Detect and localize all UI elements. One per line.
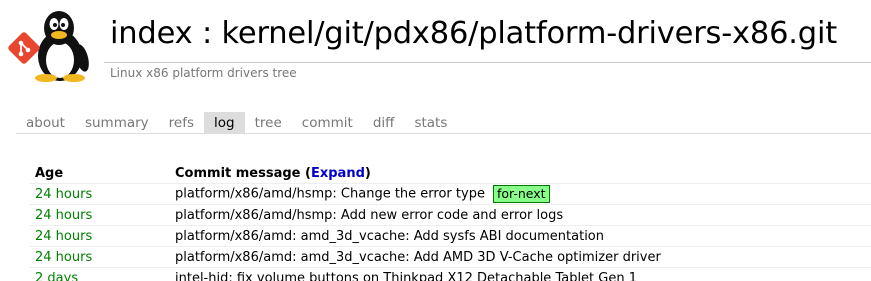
tux-icon xyxy=(8,11,89,82)
tab-diff[interactable]: diff xyxy=(363,112,405,134)
commit-message-cell: platform/x86/amd: amd_3d_vcache: Add AMD… xyxy=(169,247,871,268)
commit-message-link[interactable]: intel-hid: fix volume buttons on Thinkpa… xyxy=(175,271,637,281)
commit-message-link[interactable]: platform/x86/amd/hsmp: Add new error cod… xyxy=(175,208,563,223)
tab-log[interactable]: log xyxy=(204,112,245,134)
column-header-message-suffix: ) xyxy=(364,165,371,181)
tab-summary[interactable]: summary xyxy=(75,112,159,134)
commit-message-cell: platform/x86/amd/hsmp: Add new error cod… xyxy=(169,205,871,226)
expand-link[interactable]: Expand xyxy=(311,166,365,181)
table-row: 2 days intel-hid: fix volume buttons on … xyxy=(29,267,871,281)
commit-message-link[interactable]: platform/x86/amd/hsmp: Change the error … xyxy=(175,187,485,202)
commit-message-cell: intel-hid: fix volume buttons on Thinkpa… xyxy=(169,268,871,281)
table-header-row: Age Commit message (Expand) xyxy=(29,163,871,184)
commit-age: 24 hours xyxy=(35,207,93,223)
commit-message-cell: platform/x86/amd/hsmp: Change the error … xyxy=(169,184,871,205)
branch-decoration-badge[interactable]: for-next xyxy=(492,185,550,203)
tab-about[interactable]: about xyxy=(16,112,75,134)
commit-message-link[interactable]: platform/x86/amd: amd_3d_vcache: Add sys… xyxy=(175,229,604,244)
nav-tabs: about summary refs log tree commit diff … xyxy=(16,112,457,134)
repo-title: index : kernel/git/pdx86/platform-driver… xyxy=(110,16,837,51)
commit-message-cell: platform/x86/amd: amd_3d_vcache: Add sys… xyxy=(169,226,871,247)
tabs-divider xyxy=(16,133,871,134)
commit-age: 24 hours xyxy=(35,228,93,244)
column-header-age: Age xyxy=(35,165,64,181)
column-header-message: Commit message (Expand) xyxy=(169,163,871,184)
git-tux-logo[interactable] xyxy=(4,6,100,82)
header-divider xyxy=(104,62,871,63)
tab-commit[interactable]: commit xyxy=(292,112,363,134)
column-header-message-prefix: Commit message ( xyxy=(175,165,311,181)
tab-refs[interactable]: refs xyxy=(159,112,204,134)
tab-tree[interactable]: tree xyxy=(245,112,292,134)
commit-age: 24 hours xyxy=(35,249,93,265)
commit-age: 24 hours xyxy=(35,186,93,202)
table-row: 24 hours platform/x86/amd: amd_3d_vcache… xyxy=(29,246,871,268)
commit-log-table: Age Commit message (Expand) 24 hours pla… xyxy=(29,163,871,281)
tab-stats[interactable]: stats xyxy=(404,112,457,134)
table-row: 24 hours platform/x86/amd/hsmp: Add new … xyxy=(29,204,871,226)
repo-description: Linux x86 platform drivers tree xyxy=(110,66,297,80)
commit-message-link[interactable]: platform/x86/amd: amd_3d_vcache: Add AMD… xyxy=(175,250,661,265)
table-row: 24 hours platform/x86/amd: amd_3d_vcache… xyxy=(29,225,871,247)
commit-age: 2 days xyxy=(35,270,79,281)
table-row: 24 hours platform/x86/amd/hsmp: Change t… xyxy=(29,183,871,205)
